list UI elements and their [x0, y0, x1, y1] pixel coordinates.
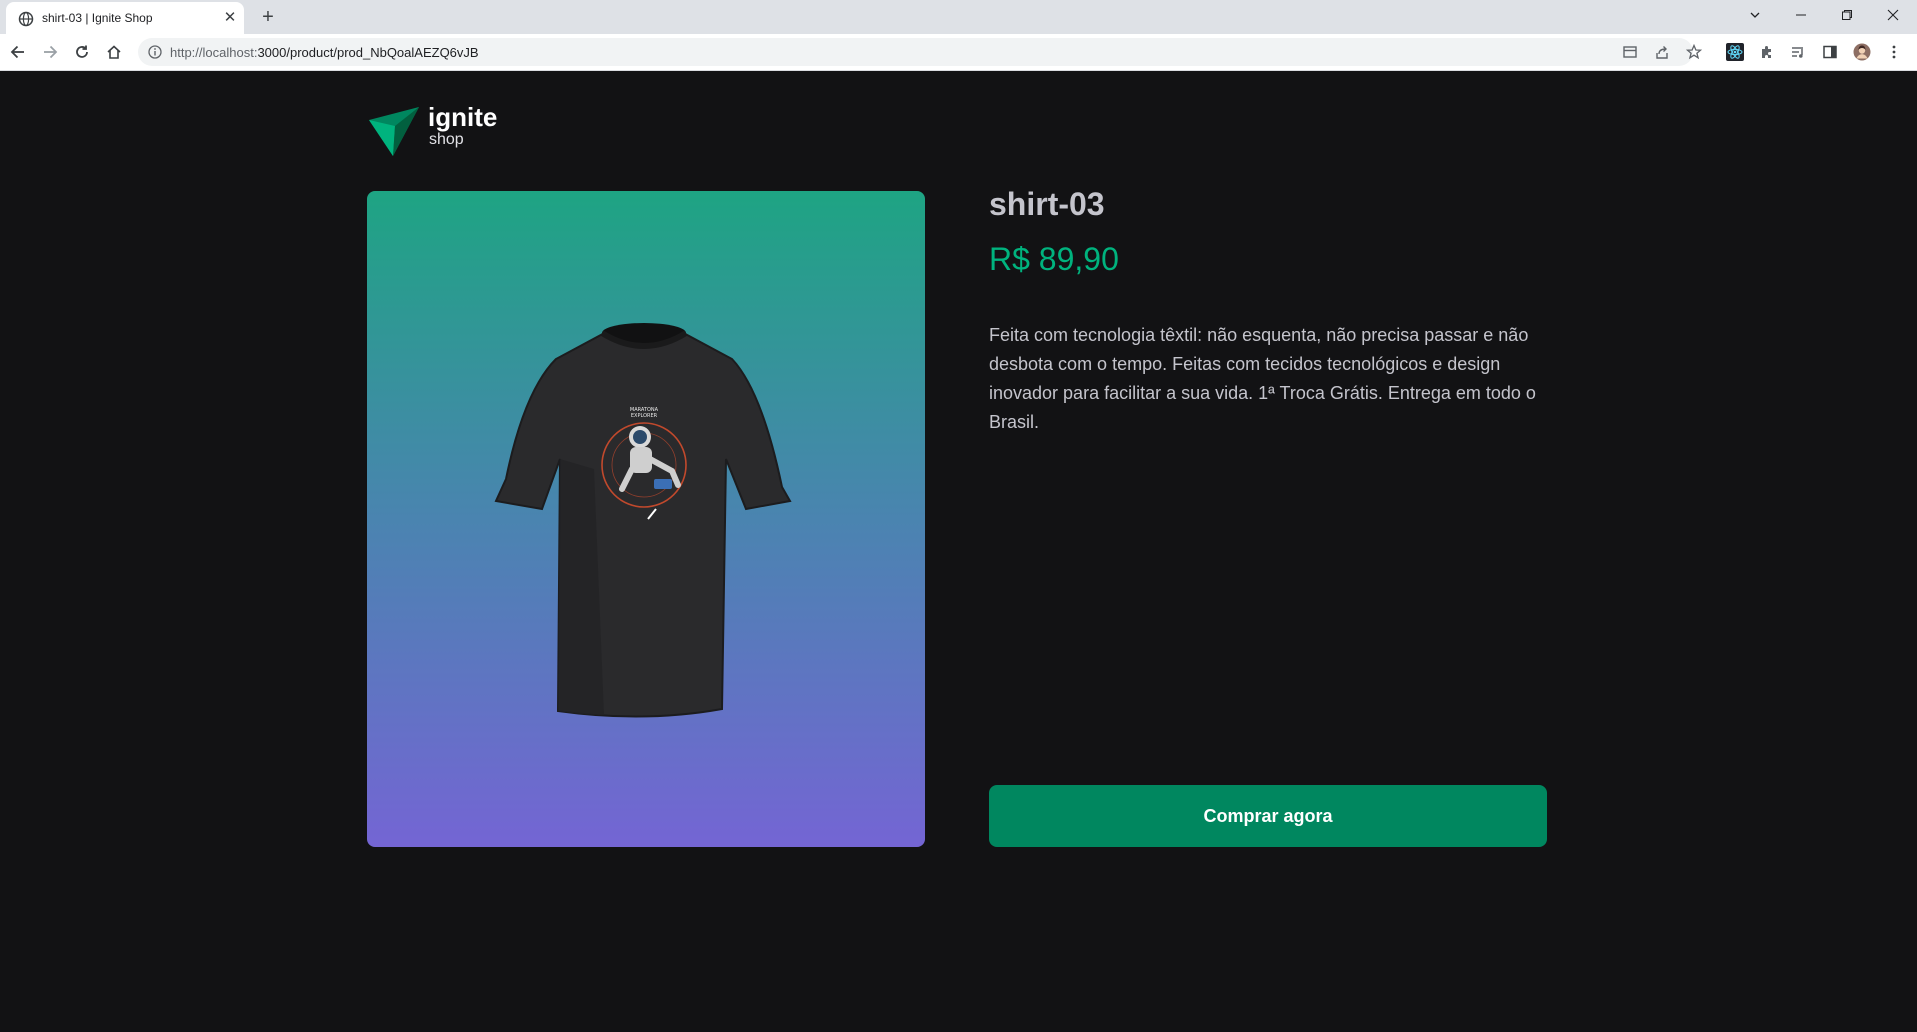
tab-title: shirt-03 | Ignite Shop	[42, 11, 153, 25]
browser-toolbar: http://localhost:3000/product/prod_NbQoa…	[0, 34, 1917, 71]
reader-mode-icon[interactable]	[1621, 43, 1639, 61]
svg-text:EXPLORER: EXPLORER	[631, 413, 658, 419]
product-image-shirt: MARATONA EXPLORER	[494, 323, 792, 718]
close-icon[interactable]: ✕	[222, 10, 238, 26]
url-text[interactable]: http://localhost:3000/product/prod_NbQoa…	[170, 45, 479, 60]
product-title: shirt-03	[989, 186, 1105, 222]
url-host: http://localhost:	[170, 45, 258, 60]
logo-subtitle: shop	[429, 131, 464, 148]
reload-icon[interactable]	[70, 40, 94, 64]
chevron-down-icon[interactable]	[1732, 0, 1778, 30]
info-icon[interactable]	[148, 45, 162, 59]
side-panel-icon[interactable]	[1821, 43, 1839, 61]
ignite-shop-logo[interactable]: ignite shop	[367, 102, 527, 160]
product-price: R$ 89,90	[989, 241, 1119, 277]
product-description: Feita com tecnologia têxtil: não esquent…	[989, 325, 1536, 432]
address-bar[interactable]: http://localhost:3000/product/prod_NbQoa…	[138, 38, 1693, 66]
buy-now-button[interactable]: Comprar agora	[989, 785, 1547, 847]
plus-icon[interactable]: +	[256, 5, 280, 29]
share-icon[interactable]	[1653, 43, 1671, 61]
logo-mark-icon	[369, 107, 419, 156]
product-image-container: MARATONA EXPLORER	[367, 191, 925, 847]
media-icon[interactable]	[1789, 43, 1807, 61]
extensions-icon[interactable]	[1758, 43, 1776, 61]
star-icon[interactable]	[1685, 43, 1703, 61]
url-path: 3000/product/prod_NbQoalAEZQ6vJB	[257, 45, 479, 60]
product-page: ignite shop MARATONA EXPLORER shirt-03 R…	[0, 71, 1917, 1032]
react-devtools-icon[interactable]	[1726, 43, 1744, 61]
globe-icon	[18, 11, 34, 27]
home-icon[interactable]	[102, 40, 126, 64]
restore-icon[interactable]	[1824, 0, 1870, 30]
profile-avatar-icon[interactable]	[1853, 43, 1871, 61]
back-icon[interactable]	[6, 40, 30, 64]
close-window-icon[interactable]	[1870, 0, 1916, 30]
forward-icon[interactable]	[38, 40, 62, 64]
minimize-icon[interactable]	[1778, 0, 1824, 30]
browser-tab[interactable]: shirt-03 | Ignite Shop ✕	[6, 2, 244, 34]
browser-tab-bar: shirt-03 | Ignite Shop ✕ +	[0, 0, 1917, 34]
logo-title: ignite	[428, 102, 498, 132]
more-vert-icon[interactable]	[1885, 43, 1903, 61]
